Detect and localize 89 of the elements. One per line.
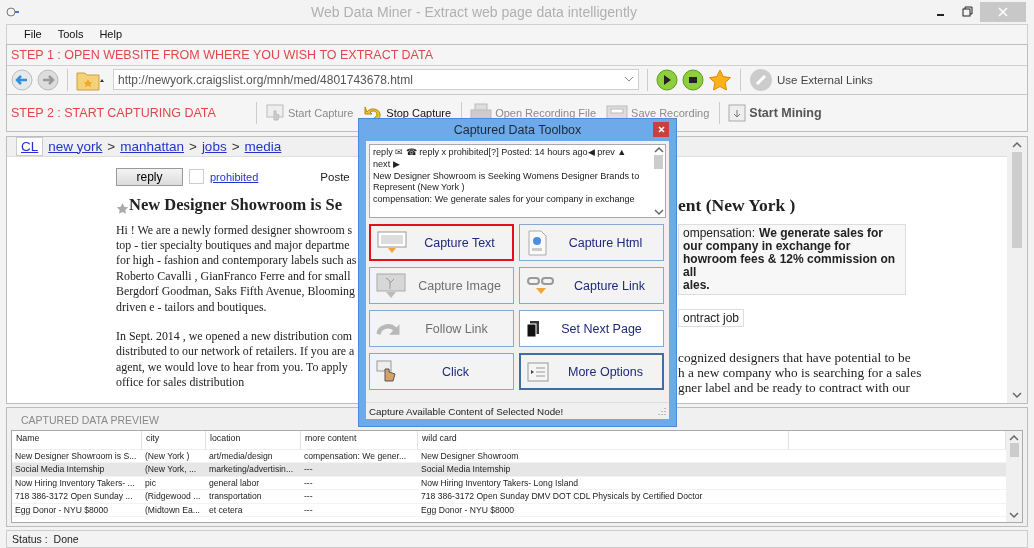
hand-click-icon — [376, 359, 398, 384]
dropdown-caret-icon[interactable] — [624, 76, 634, 83]
scroll-down-icon[interactable] — [1012, 391, 1022, 399]
reply-button[interactable]: reply — [116, 167, 183, 186]
url-field[interactable]: http://newyork.craigslist.org/mnh/med/4801743678.html — [113, 69, 639, 90]
breadcrumb-link[interactable]: media — [244, 138, 282, 154]
breadcrumb-separator: > — [107, 138, 116, 154]
breadcrumb-link[interactable]: manhattan — [120, 138, 184, 154]
scroll-thumb[interactable] — [1009, 442, 1019, 457]
scroll-up-icon[interactable] — [1012, 140, 1022, 148]
menu-item[interactable]: Tools — [57, 28, 84, 41]
hand-pointer-icon — [264, 102, 285, 123]
window-title: Web Data Miner - Extract web page data intelligently — [310, 3, 638, 20]
table-cell: --- — [301, 463, 418, 477]
table-cell: (New York, ... — [142, 463, 206, 477]
toolbox-button[interactable]: Capture Link — [519, 267, 664, 304]
job-type-tag: ontract job — [678, 308, 745, 327]
breadcrumb-separator: > — [231, 138, 240, 154]
toolbox-button[interactable]: Capture Text — [369, 224, 514, 261]
close-button[interactable] — [653, 122, 669, 137]
menu-item[interactable]: File — [24, 28, 42, 41]
status-value: Done — [53, 533, 79, 546]
star-icon[interactable] — [708, 68, 732, 91]
resize-grip-icon[interactable] — [658, 407, 666, 415]
toolbar-button[interactable]: Stop Capture — [359, 103, 456, 122]
table-cell: 718 386-3172 Open Sunday ... — [12, 490, 142, 504]
breadcrumb-link[interactable]: jobs — [201, 138, 227, 154]
stop-icon[interactable] — [682, 68, 704, 91]
table-cell: Social Media Internship — [418, 463, 789, 477]
scroll-up-icon[interactable] — [653, 146, 664, 153]
download-box-icon — [728, 102, 747, 123]
scrollbar[interactable] — [1006, 430, 1022, 523]
play-icon[interactable] — [656, 68, 678, 91]
prohibited-link[interactable]: prohibited — [210, 170, 259, 183]
table-cell: Social Media Internship — [12, 463, 142, 477]
toolbox-button[interactable]: More Options — [519, 353, 664, 390]
image-frame-icon — [376, 272, 406, 299]
home-link[interactable]: CL — [16, 136, 44, 156]
scroll-down-icon[interactable] — [1009, 512, 1019, 520]
scroll-down-icon[interactable] — [653, 209, 664, 216]
scroll-up-icon[interactable] — [1009, 433, 1019, 441]
app-icon — [6, 5, 20, 18]
table-cell: (Ridgewood ... — [142, 490, 206, 504]
scroll-thumb[interactable] — [654, 155, 663, 169]
table-cell: transportation — [206, 490, 301, 504]
external-links-button[interactable]: Use External Links — [749, 67, 881, 92]
checkbox[interactable] — [189, 169, 204, 184]
toolbox-button[interactable]: Set Next Page — [519, 310, 664, 347]
scrollbar[interactable] — [1007, 136, 1027, 403]
column-header[interactable]: more content — [301, 430, 418, 450]
captured-text-area[interactable]: reply ✉ ☎ reply x prohibited[?] Posted: 14 hours ago◀ prev ▲ next ▶ New Designer Showroom is Seeking Womens Designer Brands to Represent (New York ) compensation: We generate sales for your company in exchange — [369, 144, 666, 218]
star-icon[interactable] — [116, 201, 129, 215]
breadcrumb-link[interactable]: new york — [48, 138, 103, 154]
post-title: ent (New York ) — [678, 194, 797, 216]
post-paragraph: In Sept. 2014 , we opened a new distribution com distributed to our network of retailers. If you are a agent, we would love to hear from you. To apply office for sales distribution — [116, 328, 355, 391]
curved-arrow-icon — [376, 321, 400, 336]
close-icon — [657, 126, 665, 133]
scroll-thumb[interactable] — [1012, 151, 1022, 248]
column-header[interactable]: wild card — [418, 430, 789, 450]
compensation-text: ales. — [683, 277, 710, 292]
column-header[interactable]: Name — [12, 430, 142, 450]
toolbar-button[interactable]: Start Mining — [724, 102, 826, 123]
back-icon[interactable] — [11, 68, 33, 91]
toolbox-button[interactable]: Capture Html — [519, 224, 664, 261]
menu-item[interactable]: Help — [99, 28, 123, 41]
column-header[interactable]: location — [206, 430, 301, 450]
toolbox-status: Capture Available Content of Selected Node! — [369, 405, 564, 417]
column-header[interactable]: city — [142, 430, 206, 450]
section-title: CAPTURED DATA PREVIEW — [21, 413, 159, 426]
toolbox-button[interactable]: Click — [369, 353, 514, 390]
options-list-icon — [527, 361, 549, 382]
posted-text: Poste — [320, 170, 350, 183]
compensation-label: ompensation: — [683, 225, 756, 240]
pages-icon — [526, 319, 540, 338]
link-icon — [749, 67, 773, 92]
breadcrumb-separator: > — [189, 138, 197, 154]
close-icon — [998, 6, 1008, 17]
forward-icon[interactable] — [37, 68, 59, 91]
toolbox-title: Captured Data Toolbox — [453, 123, 582, 137]
step-label: STEP 2 : START CAPTURING DATA — [11, 105, 216, 120]
post-paragraph: cognized designers that have potential to be h a new company who is searching for a sales gner label and be ready to contract with our — [678, 349, 922, 396]
post-paragraph: Hi ! We are a newly formed designer showroom s top - tier specialty boutiques and major departme for high - fashion and contemporary labels such as Roberto Cavalli , GianFranco Ferre and for small Bergdorf Goodman, Saks Fifth Avenue, Blooming driven e - tailors and boutiques. — [116, 222, 357, 315]
compensation-text: We generate sales for — [759, 225, 883, 240]
table-cell: 718 386-3172 Open Sunday DMV DOT CDL Physicals by Certified Doctor — [418, 490, 789, 504]
step-label: STEP 1 : OPEN WEBSITE FROM WHERE YOU WISH TO EXTRACT DATA — [11, 47, 434, 62]
status-label: Status : — [12, 533, 48, 546]
web-page-icon — [526, 229, 548, 256]
table-cell: marketing/advertisin... — [206, 463, 301, 477]
post-title: New Designer Showroom is Se — [116, 194, 342, 215]
